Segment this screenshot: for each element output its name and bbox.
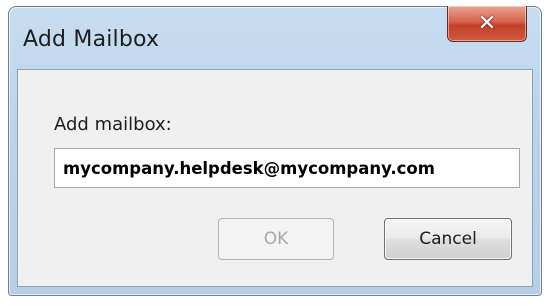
mailbox-input[interactable] [54, 148, 520, 188]
dialog-body: Add mailbox: OK Cancel [17, 69, 533, 287]
dialog-title: Add Mailbox [23, 27, 160, 52]
ok-button[interactable]: OK [218, 218, 334, 260]
close-icon: ✕ [477, 10, 497, 36]
add-mailbox-dialog: Add Mailbox ✕ Add mailbox: OK Cancel [8, 6, 542, 296]
cancel-button[interactable]: Cancel [384, 218, 512, 260]
add-mailbox-label: Add mailbox: [54, 114, 172, 135]
title-bar[interactable]: Add Mailbox ✕ [9, 6, 541, 75]
close-button[interactable]: ✕ [447, 6, 527, 42]
